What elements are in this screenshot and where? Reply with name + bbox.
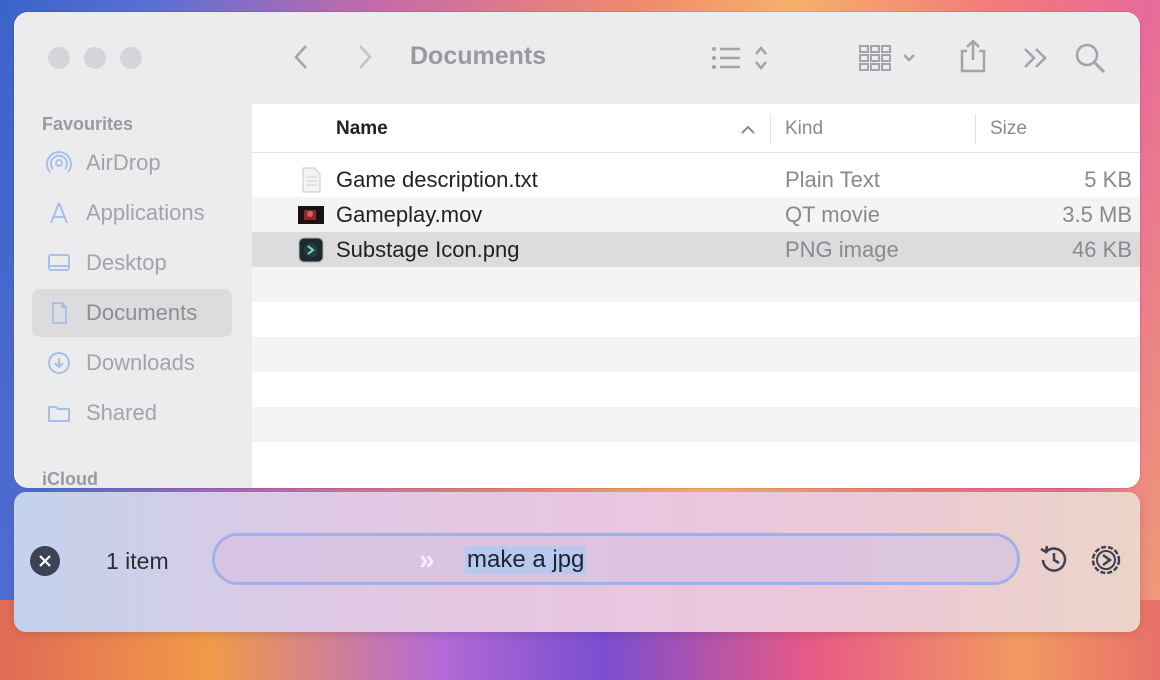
sidebar-item-label: Downloads [86, 350, 195, 375]
sidebar-item-label: AirDrop [86, 150, 161, 175]
search-icon[interactable] [1074, 42, 1106, 74]
substage-command-bar: 1 item » make a jpg [14, 492, 1140, 632]
window-title: Documents [410, 42, 547, 70]
close-window-button[interactable] [48, 47, 70, 69]
file-row[interactable]: Gameplay.mov QT movie 3.5 MB [252, 197, 1140, 232]
sidebar-item-downloads[interactable]: Downloads [32, 339, 232, 387]
list-view-icon[interactable] [710, 44, 770, 72]
file-rows: Game description.txt Plain Text 5 KB Gam… [252, 162, 1140, 477]
applications-icon [50, 202, 68, 224]
empty-row [252, 267, 1140, 302]
history-icon[interactable] [1036, 542, 1072, 578]
chevron-right-icon: » [419, 544, 435, 575]
sidebar-item-applications[interactable]: Applications [32, 189, 232, 237]
sidebar-item-label: Documents [86, 300, 198, 325]
column-header: Name Kind Size [252, 104, 1140, 153]
folder-icon [48, 406, 70, 422]
sidebar-item-label: Applications [86, 200, 205, 225]
settings-icon[interactable] [1088, 542, 1124, 578]
sidebar-item-label: Shared [86, 400, 157, 425]
sidebar-section-icloud: iCloud [42, 469, 98, 488]
empty-row [252, 337, 1140, 372]
finder-window: Favourites AirDrop Applications Desktop … [14, 12, 1140, 488]
column-name[interactable]: Name [336, 118, 388, 140]
movie-thumbnail-icon [298, 206, 324, 224]
item-count: 1 item [106, 548, 169, 574]
column-separator[interactable] [975, 114, 976, 144]
empty-row [252, 407, 1140, 442]
empty-row [252, 372, 1140, 407]
share-icon[interactable] [958, 38, 988, 74]
minimize-window-button[interactable] [84, 47, 106, 69]
empty-row [252, 302, 1140, 337]
empty-row [252, 442, 1140, 477]
sidebar-item-documents[interactable]: Documents [32, 289, 232, 337]
file-name: Gameplay.mov [336, 202, 483, 227]
column-separator[interactable] [770, 114, 771, 144]
substage-png-icon [298, 237, 324, 263]
file-name: Game description.txt [336, 167, 538, 192]
document-icon [52, 302, 67, 324]
group-grid-icon[interactable] [858, 44, 922, 72]
text-file-icon [302, 167, 321, 193]
command-text: make a jpg [465, 546, 587, 574]
file-kind: PNG image [785, 237, 899, 262]
sidebar: Favourites AirDrop Applications Desktop … [14, 12, 253, 488]
sidebar-item-shared[interactable]: Shared [32, 389, 232, 437]
file-list: Name Kind Size Game description.txt Plai… [252, 104, 1140, 488]
close-bar-button[interactable] [30, 546, 60, 576]
file-size: 3.5 MB [1062, 202, 1132, 227]
file-name: Substage Icon.png [336, 237, 520, 262]
column-kind[interactable]: Kind [785, 118, 823, 140]
sidebar-item-desktop[interactable]: Desktop [32, 239, 232, 287]
file-row-selected[interactable]: Substage Icon.png PNG image 46 KB [252, 232, 1140, 267]
downloads-icon [48, 352, 70, 374]
zoom-window-button[interactable] [120, 47, 142, 69]
desktop-icon [48, 254, 70, 271]
more-chevrons-icon[interactable] [1022, 46, 1050, 70]
sidebar-item-label: Desktop [86, 250, 167, 275]
file-size: 46 KB [1072, 237, 1132, 262]
sort-ascending-icon [741, 125, 755, 134]
sidebar-item-airdrop[interactable]: AirDrop [32, 139, 232, 187]
file-row[interactable]: Game description.txt Plain Text 5 KB [252, 162, 1140, 197]
toolbar: Documents [252, 12, 1140, 104]
command-input[interactable]: » make a jpg [212, 533, 1020, 585]
file-kind: QT movie [785, 202, 880, 227]
file-kind: Plain Text [785, 167, 880, 192]
window-controls [48, 47, 142, 69]
sidebar-section-favourites: Favourites [42, 114, 134, 134]
forward-icon[interactable] [352, 42, 376, 72]
back-icon[interactable] [290, 42, 314, 72]
close-icon [39, 555, 51, 567]
airdrop-icon [46, 151, 72, 173]
column-size[interactable]: Size [990, 118, 1027, 140]
file-size: 5 KB [1084, 167, 1132, 192]
